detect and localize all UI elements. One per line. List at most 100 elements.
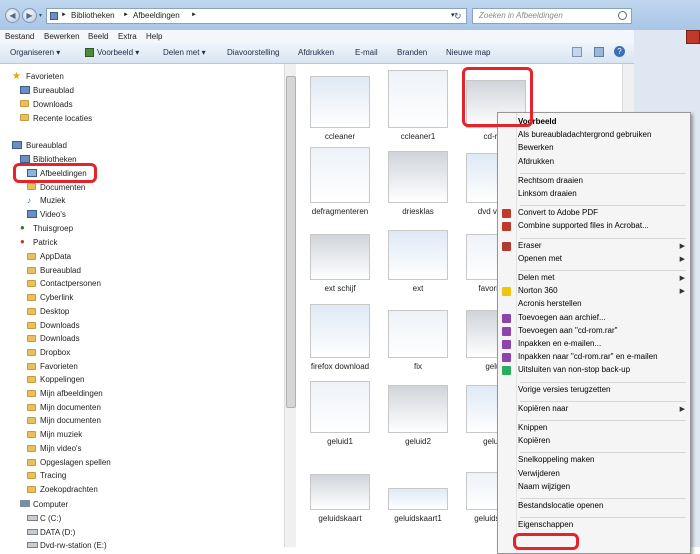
- address-bar[interactable]: ► Bibliotheken ► Afbeeldingen ► ▾: [46, 8, 467, 24]
- file-name[interactable]: ccleaner1: [382, 132, 454, 141]
- context-menu-item[interactable]: Norton 360: [518, 286, 558, 295]
- nav-drive-d[interactable]: DATA (D:): [40, 528, 75, 537]
- file-thumbnail[interactable]: [388, 310, 448, 358]
- menu-bewerken[interactable]: Bewerken: [44, 32, 80, 41]
- search-input[interactable]: Zoeken in Afbeeldingen: [472, 8, 632, 24]
- view-options-icon[interactable]: [572, 47, 582, 57]
- branden-button[interactable]: Branden: [397, 48, 427, 57]
- menu-beeld[interactable]: Beeld: [88, 32, 108, 41]
- nav-bureaublad[interactable]: Bureaublad: [33, 86, 74, 95]
- context-menu-item[interactable]: Knippen: [518, 423, 547, 432]
- nav-patrick-item[interactable]: AppData: [40, 252, 71, 261]
- context-menu-item[interactable]: Inpakken naar "cd-rom.rar" en e-mailen: [518, 352, 658, 361]
- nav-patrick-item[interactable]: Mijn afbeeldingen: [40, 389, 103, 398]
- file-thumbnail[interactable]: [388, 385, 448, 433]
- context-menu-item[interactable]: Naam wijzigen: [518, 482, 570, 491]
- context-menu-item[interactable]: Combine supported files in Acrobat...: [518, 221, 649, 230]
- nav-patrick-item[interactable]: Mijn documenten: [40, 416, 101, 425]
- file-thumbnail[interactable]: [310, 234, 370, 280]
- menu-bestand[interactable]: Bestand: [5, 32, 34, 41]
- nav-drive-e[interactable]: Dvd-rw-station (E:): [40, 541, 107, 550]
- nav-patrick-item[interactable]: Contactpersonen: [40, 279, 101, 288]
- menu-extra[interactable]: Extra: [118, 32, 137, 41]
- refresh-icon[interactable]: ↻: [454, 11, 462, 22]
- afdrukken-button[interactable]: Afdrukken: [298, 48, 334, 57]
- context-menu-item[interactable]: Bestandslocatie openen: [518, 501, 603, 510]
- context-menu-item[interactable]: Verwijderen: [518, 469, 560, 478]
- context-menu-item[interactable]: Inpakken en e-mailen...: [518, 339, 601, 348]
- file-name[interactable]: firefox download: [304, 362, 376, 371]
- nav-patrick-item[interactable]: Koppelingen: [40, 375, 84, 384]
- voorbeeld-button[interactable]: Voorbeeld ▾: [97, 48, 139, 57]
- file-thumbnail[interactable]: [310, 474, 370, 510]
- diavoorstelling-button[interactable]: Diavoorstelling: [227, 48, 279, 57]
- preview-pane-icon[interactable]: [594, 47, 604, 57]
- breadcrumb-bibliotheken[interactable]: Bibliotheken: [71, 11, 115, 20]
- nav-patrick-item[interactable]: Tracing: [40, 471, 66, 480]
- file-name[interactable]: driesklas: [382, 207, 454, 216]
- nav-drive-c[interactable]: C (C:): [40, 514, 61, 523]
- nav-recente-locaties[interactable]: Recente locaties: [33, 114, 92, 123]
- file-name[interactable]: geluid1: [304, 437, 376, 446]
- forward-button-icon[interactable]: ▶: [22, 8, 37, 23]
- context-menu-item[interactable]: Openen met: [518, 254, 562, 263]
- nav-bureaublad-root[interactable]: Bureaublad: [26, 141, 67, 150]
- context-menu-item[interactable]: Als bureaubladachtergrond gebruiken: [518, 130, 651, 139]
- nav-favorieten[interactable]: Favorieten: [26, 72, 64, 81]
- file-thumbnail[interactable]: [388, 151, 448, 203]
- nav-scrollbar-thumb[interactable]: [286, 76, 296, 408]
- file-thumbnail[interactable]: [310, 304, 370, 358]
- nav-patrick[interactable]: Patrick: [33, 238, 57, 247]
- nav-patrick-item[interactable]: Zoekopdrachten: [40, 485, 98, 494]
- history-dropdown-icon[interactable]: ▾: [39, 12, 42, 19]
- nav-patrick-item[interactable]: Cyberlink: [40, 293, 73, 302]
- file-name[interactable]: geluid2: [382, 437, 454, 446]
- nav-patrick-item[interactable]: Mijn documenten: [40, 403, 101, 412]
- nieuwe-map-button[interactable]: Nieuwe map: [446, 48, 490, 57]
- nav-downloads[interactable]: Downloads: [33, 100, 73, 109]
- breadcrumb-afbeeldingen[interactable]: Afbeeldingen: [133, 11, 180, 20]
- context-menu-item[interactable]: Toevoegen aan "cd-rom.rar": [518, 326, 618, 335]
- nav-videos[interactable]: Video's: [40, 210, 66, 219]
- context-menu-item[interactable]: Snelkoppeling maken: [518, 455, 595, 464]
- nav-thuisgroep[interactable]: Thuisgroep: [33, 224, 73, 233]
- nav-patrick-item[interactable]: Opgeslagen spellen: [40, 458, 111, 467]
- nav-scrollbar[interactable]: [284, 64, 296, 547]
- context-menu-item[interactable]: Acronis herstellen: [518, 299, 582, 308]
- file-thumbnail[interactable]: [310, 381, 370, 433]
- nav-patrick-item[interactable]: Dropbox: [40, 348, 70, 357]
- file-thumbnail[interactable]: [310, 76, 370, 128]
- file-name[interactable]: fix: [382, 362, 454, 371]
- file-thumbnail[interactable]: [388, 488, 448, 510]
- nav-patrick-item[interactable]: Desktop: [40, 307, 69, 316]
- nav-muziek[interactable]: Muziek: [40, 196, 65, 205]
- file-thumbnail[interactable]: [388, 230, 448, 280]
- context-menu-item[interactable]: Uitsluiten van non-stop back-up: [518, 365, 630, 374]
- nav-computer[interactable]: Computer: [33, 500, 68, 509]
- file-thumbnail[interactable]: [388, 70, 448, 128]
- context-menu-item[interactable]: Eraser: [518, 241, 542, 250]
- close-window-icon[interactable]: [686, 30, 700, 44]
- file-name[interactable]: defragmenteren: [304, 207, 376, 216]
- context-menu-item[interactable]: Convert to Adobe PDF: [518, 208, 598, 217]
- file-name[interactable]: geluidskaart1: [382, 514, 454, 523]
- organiseren-button[interactable]: Organiseren ▾: [10, 48, 60, 57]
- nav-patrick-item[interactable]: Bureaublad: [40, 266, 81, 275]
- file-name[interactable]: ext schijf: [304, 284, 376, 293]
- context-menu-item[interactable]: Rechtsom draaien: [518, 176, 583, 185]
- context-menu-item[interactable]: Afdrukken: [518, 157, 554, 166]
- file-name[interactable]: geluidskaart: [304, 514, 376, 523]
- nav-patrick-item[interactable]: Downloads: [40, 321, 80, 330]
- file-name[interactable]: ext: [382, 284, 454, 293]
- delen-met-button[interactable]: Delen met ▾: [163, 48, 206, 57]
- context-menu-item[interactable]: Kopiëren: [518, 436, 550, 445]
- context-menu-item[interactable]: Bewerken: [518, 143, 554, 152]
- context-menu-item[interactable]: Toevoegen aan archief...: [518, 313, 606, 322]
- nav-patrick-item[interactable]: Mijn video's: [40, 444, 82, 453]
- context-menu-item[interactable]: Eigenschappen: [518, 520, 573, 529]
- context-menu-item[interactable]: Kopiëren naar: [518, 404, 568, 413]
- context-menu-item[interactable]: Delen met: [518, 273, 554, 282]
- nav-patrick-item[interactable]: Downloads: [40, 334, 80, 343]
- nav-patrick-item[interactable]: Mijn muziek: [40, 430, 82, 439]
- file-name[interactable]: ccleaner: [304, 132, 376, 141]
